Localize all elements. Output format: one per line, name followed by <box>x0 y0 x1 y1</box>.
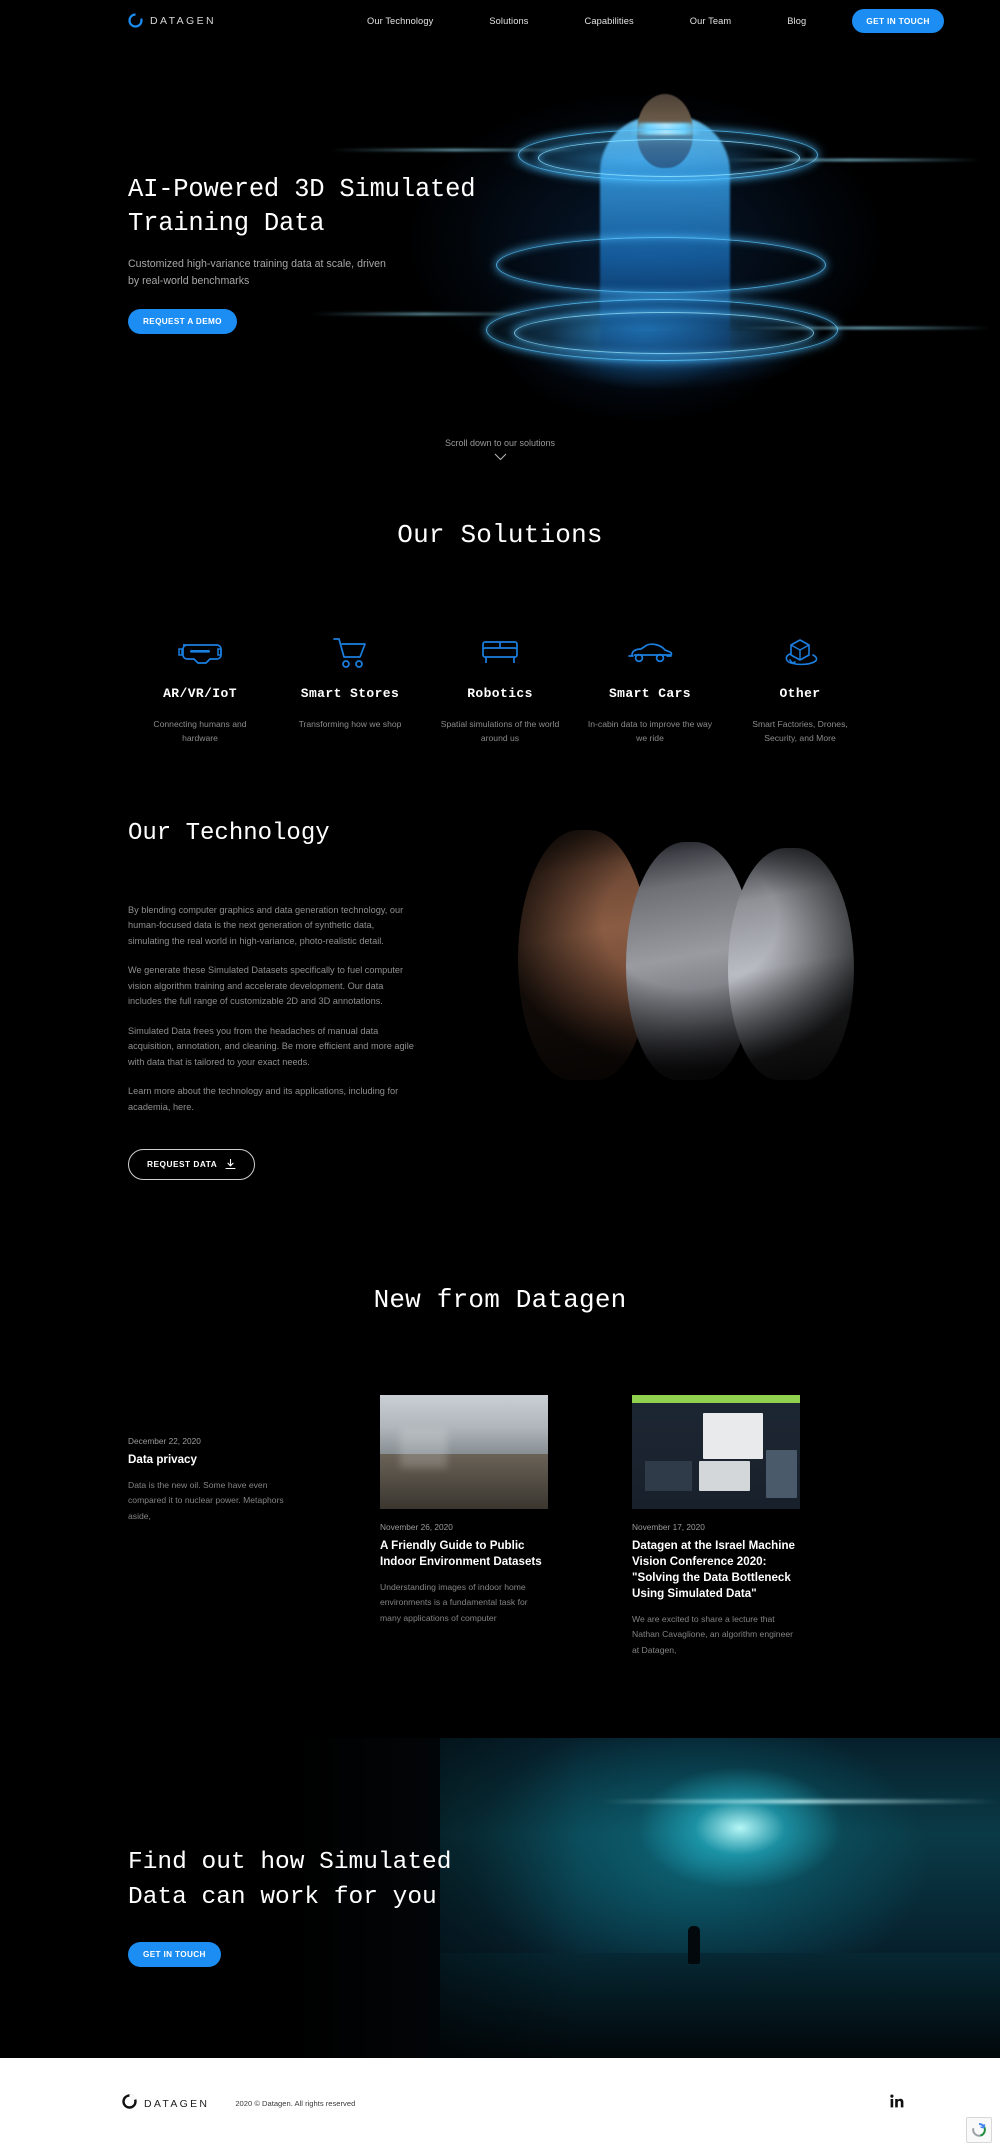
nav-links: Our Technology Solutions Capabilities Ou… <box>339 8 944 33</box>
footer-brand-name: DATAGEN <box>144 2097 210 2110</box>
technology-section: Our Technology By blending computer grap… <box>0 790 1000 1180</box>
request-a-demo-button[interactable]: REQUEST A DEMO <box>128 308 237 334</box>
news-card[interactable]: December 22, 2020 Data privacy Data is t… <box>128 1395 296 1658</box>
solution-description: Connecting humans and hardware <box>153 719 247 744</box>
solution-name: Other <box>779 686 821 701</box>
nav-link-our-team[interactable]: Our Team <box>662 16 759 26</box>
hero-section: AI-Powered 3D Simulated Training Data Cu… <box>0 41 1000 445</box>
hero-subtitle-line-2: by real-world benchmarks <box>128 275 250 288</box>
brand-logo[interactable]: DATAGEN <box>128 13 216 28</box>
chevron-down-icon <box>494 453 506 461</box>
nav-link-our-technology[interactable]: Our Technology <box>339 16 461 26</box>
solutions-section: Our Solutions AR/VR/IoT Connecting human… <box>0 520 1000 745</box>
linkedin-icon[interactable] <box>890 2094 904 2113</box>
top-navigation-bar: DATAGEN Our Technology Solutions Capabil… <box>0 0 1000 41</box>
news-card-title: A Friendly Guide to Public Indoor Enviro… <box>380 1539 542 1568</box>
hero-content: AI-Powered 3D Simulated Training Data Cu… <box>128 173 476 334</box>
scroll-down-hint[interactable]: Scroll down to our solutions <box>0 438 1000 461</box>
footer-copyright: 2020 © Datagen. All rights reserved <box>235 2099 356 2108</box>
shopping-cart-icon <box>275 632 425 674</box>
news-card-excerpt: Data is the new oil. Some have even comp… <box>128 1479 284 1521</box>
news-card-thumbnail <box>380 1395 548 1509</box>
download-icon <box>225 1158 236 1170</box>
solutions-grid: AR/VR/IoT Connecting humans and hardware… <box>0 632 1000 745</box>
nav-link-blog[interactable]: Blog <box>759 16 834 26</box>
solution-card-smart-stores[interactable]: Smart Stores Transforming how we shop <box>275 632 425 745</box>
solution-card-other[interactable]: Other Smart Factories, Drones, Security,… <box>725 632 875 745</box>
hero-subtitle-line-1: Customized high-variance training data a… <box>128 258 386 271</box>
faces-fade-overlay <box>500 790 880 1080</box>
technology-faces-illustration <box>500 790 880 1080</box>
car-icon <box>575 632 725 674</box>
scroll-down-label: Scroll down to our solutions <box>444 438 556 448</box>
hero-title-line-1: AI-Powered 3D Simulated <box>128 175 476 204</box>
thumbnail-accent-strip <box>632 1395 800 1403</box>
thumbnail-panel-center <box>699 1461 750 1491</box>
footer-brand-logo[interactable]: DATAGEN <box>122 2093 210 2114</box>
datagen-ring-logo-icon <box>128 13 143 28</box>
sofa-icon <box>425 632 575 674</box>
technology-body: By blending computer graphics and data g… <box>0 790 1000 1180</box>
hero-title-line-2: Training Data <box>128 208 325 238</box>
nav-link-solutions[interactable]: Solutions <box>461 16 556 26</box>
news-title: New from Datagen <box>373 1285 627 1315</box>
solution-card-smart-cars[interactable]: Smart Cars In-cabin data to improve the … <box>575 632 725 745</box>
news-card-thumbnail <box>632 1395 800 1509</box>
cta-title-line-2: Data can work for you <box>128 1883 437 1911</box>
news-card-excerpt: Understanding images of indoor home envi… <box>380 1581 528 1623</box>
hero-title: AI-Powered 3D Simulated Training Data <box>128 173 476 240</box>
technology-paragraph-2: We generate these Simulated Datasets spe… <box>128 965 404 1007</box>
solution-card-robotics[interactable]: Robotics Spatial simulations of the worl… <box>425 632 575 745</box>
thumbnail-panel-left <box>645 1461 693 1491</box>
news-card-title: Data privacy <box>128 1453 197 1466</box>
news-card[interactable]: November 17, 2020 Datagen at the Israel … <box>632 1395 800 1658</box>
technology-paragraph-1: By blending computer graphics and data g… <box>128 905 404 946</box>
cta-title: Find out how Simulated Data can work for… <box>128 1846 451 1916</box>
nav-link-capabilities[interactable]: Capabilities <box>557 16 662 26</box>
solution-name: Smart Cars <box>608 686 691 701</box>
news-section: New from Datagen December 22, 2020 Data … <box>0 1285 1000 1658</box>
technology-copy: By blending computer graphics and data g… <box>128 903 416 1180</box>
cta-banner: Find out how Simulated Data can work for… <box>0 1738 1000 2058</box>
news-card-date: November 26, 2020 <box>380 1522 453 1532</box>
get-in-touch-button[interactable]: GET IN TOUCH <box>852 8 944 33</box>
solutions-title: Our Solutions <box>397 520 603 550</box>
thumbnail-slide-panel <box>702 1413 764 1459</box>
news-card-excerpt: We are excited to share a lecture that N… <box>632 1613 793 1655</box>
cta-content: Find out how Simulated Data can work for… <box>128 1846 451 1967</box>
news-card-title: Datagen at the Israel Machine Vision Con… <box>632 1539 796 1600</box>
cta-title-line-1: Find out how Simulated <box>128 1849 452 1876</box>
news-card-date: December 22, 2020 <box>128 1436 201 1446</box>
technology-paragraph-4: Learn more about the technology and its … <box>128 1086 399 1112</box>
solution-description: Transforming how we shop <box>298 719 402 729</box>
vr-headset-icon <box>125 632 275 674</box>
solution-description: Spatial simulations of the world around … <box>440 719 560 744</box>
solution-name: AR/VR/IoT <box>163 686 237 701</box>
news-grid: December 22, 2020 Data privacy Data is t… <box>0 1395 1000 1658</box>
technology-paragraph-3: Simulated Data frees you from the headac… <box>128 1025 414 1067</box>
request-data-button[interactable]: REQUEST DATA <box>128 1148 256 1180</box>
solution-name: Robotics <box>467 686 533 701</box>
recaptcha-icon[interactable] <box>966 2117 992 2143</box>
thumbnail-panel-right <box>766 1449 797 1498</box>
news-card-date: November 17, 2020 <box>632 1522 705 1532</box>
brand-name: DATAGEN <box>150 14 216 27</box>
cta-get-in-touch-button[interactable]: GET IN TOUCH <box>128 1941 221 1967</box>
footer: DATAGEN 2020 © Datagen. All rights reser… <box>0 2058 1000 2149</box>
solution-description: In-cabin data to improve the way we ride <box>587 719 713 744</box>
hero-subtitle: Customized high-variance training data a… <box>128 256 475 290</box>
solution-name: Smart Stores <box>300 686 400 701</box>
news-card[interactable]: November 26, 2020 A Friendly Guide to Pu… <box>380 1395 548 1658</box>
request-data-label: REQUEST DATA <box>147 1159 218 1170</box>
solution-description: Smart Factories, Drones, Security, and M… <box>752 719 848 744</box>
cube-rotate-icon <box>725 632 875 674</box>
solution-card-arvriot[interactable]: AR/VR/IoT Connecting humans and hardware <box>125 632 275 745</box>
datagen-ring-logo-icon <box>122 2093 137 2114</box>
